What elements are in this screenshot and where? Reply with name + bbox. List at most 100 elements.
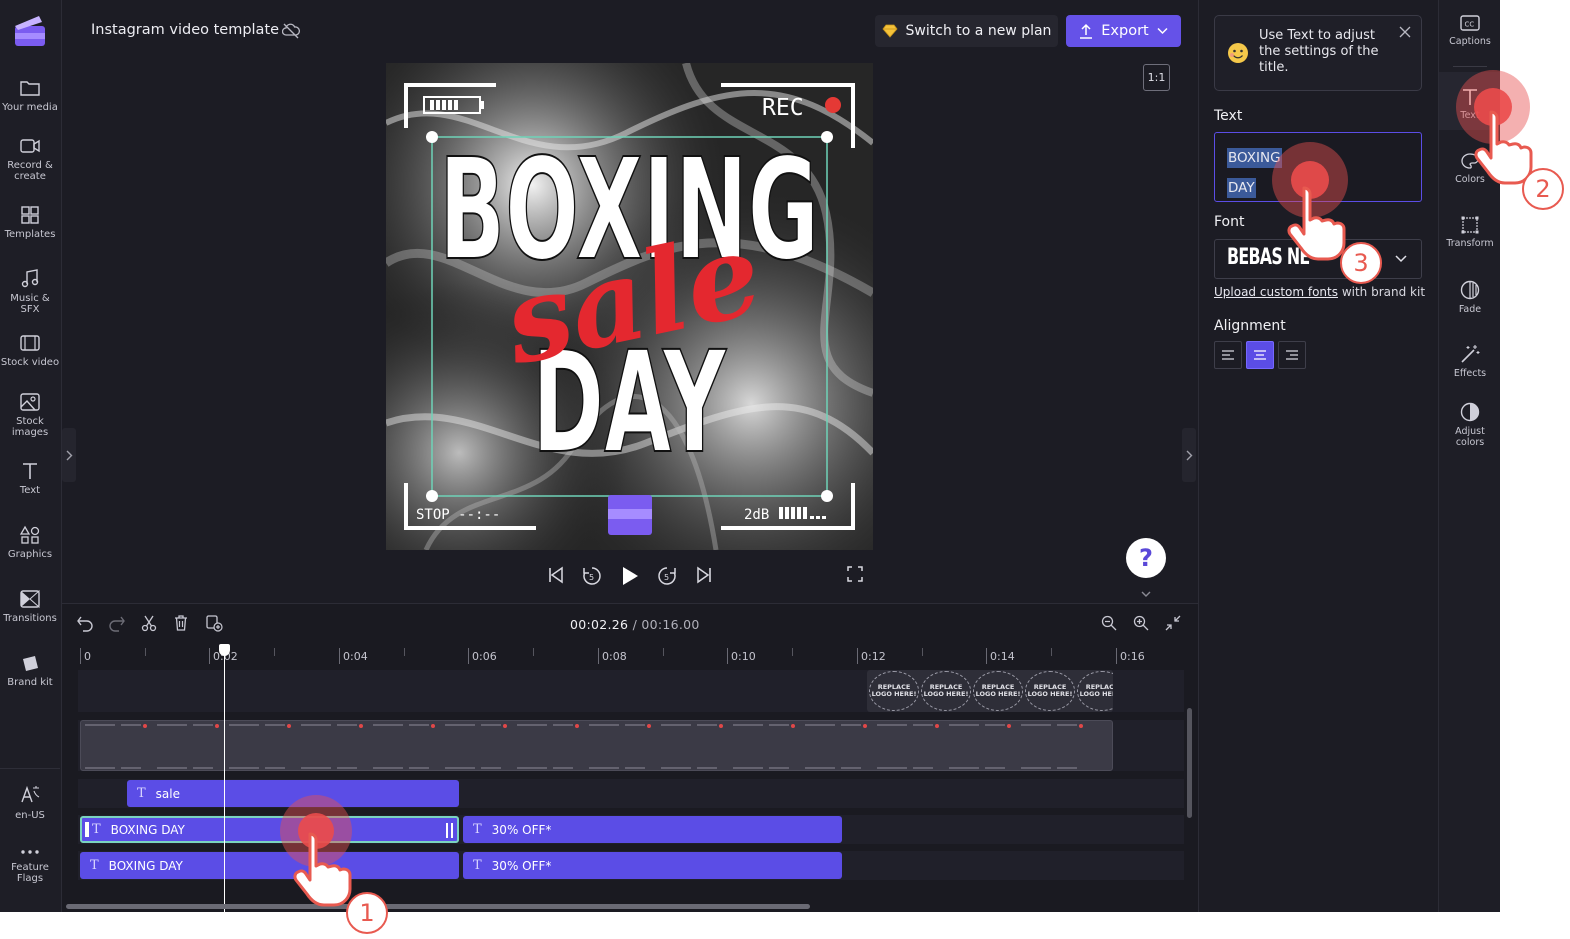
text-clip-icon: T [473,822,482,837]
skip-forward-icon[interactable] [694,565,714,585]
skip-back-icon[interactable] [546,565,566,585]
fullscreen-icon[interactable] [846,565,864,583]
preview-frame: REC STOP --:-- 2dB BOXING DAY sale [386,63,873,550]
sidebar-item-label: Music & SFX [10,293,50,315]
logo-placeholder: REPLACE LOGO HERE! [1077,671,1113,711]
undo-icon[interactable] [76,614,94,632]
aspect-ratio-button[interactable]: 1:1 [1143,64,1170,91]
current-time: 00:02.26 [570,617,629,632]
trim-handle-left[interactable] [85,822,89,837]
film-icon [20,335,40,351]
align-right-icon [1286,350,1298,360]
text-line-2: DAY [1227,178,1256,198]
align-right-button[interactable] [1278,341,1306,369]
project-title[interactable]: Instagram video template [91,22,279,38]
left-panel-toggle[interactable] [62,428,76,482]
db-label: 2dB [744,507,769,523]
sidebar-item-stock-video[interactable]: Stock video [0,333,60,368]
tool-fade[interactable]: Fade [1439,280,1500,315]
font-section-label: Font [1214,214,1245,230]
sidebar-item-label: Text [19,485,41,496]
sidebar-item-music-sfx[interactable]: Music & SFX [0,269,60,315]
export-label: Export [1101,23,1149,39]
right-panel-toggle[interactable] [1182,428,1196,482]
text-clip-30-off[interactable]: T 30% OFF* [463,816,842,843]
trim-handle-right[interactable] [446,823,453,838]
text-clip-boxing-day-selected[interactable]: T BOXING DAY [80,816,459,843]
text-clip-30-off[interactable]: T 30% OFF* [463,852,842,879]
tip-text: Use Text to adjust the settings of the t… [1259,28,1379,75]
scissors-icon[interactable] [140,614,158,632]
image-icon [20,393,40,411]
timeline-ruler[interactable]: 0 0:02 0:04 0:06 0:08 0:10 0:12 0:14 0:1… [80,648,1186,670]
tool-transform[interactable]: Transform [1439,216,1500,249]
zoom-in-icon[interactable] [1132,614,1150,632]
total-time: 00:16.00 [641,617,700,632]
folder-icon [20,81,40,96]
close-icon[interactable] [1399,26,1411,38]
logo-placeholder: REPLACE LOGO HERE! [1025,671,1075,711]
tool-captions[interactable]: CC Captions [1439,14,1500,47]
resize-handle[interactable] [821,490,833,502]
help-button[interactable]: ? [1126,538,1166,578]
cloud-offline-icon[interactable] [282,22,300,40]
language-button[interactable]: en-US [0,784,60,821]
sidebar-item-label: Templates [4,229,56,240]
text-clip-icon: T [92,822,101,837]
switch-plan-button[interactable]: Switch to a new plan [875,15,1058,47]
text-icon [23,463,37,479]
tool-label: Fade [1458,304,1482,315]
export-button[interactable]: Export [1066,15,1181,47]
zoom-out-icon[interactable] [1100,614,1118,632]
sidebar-item-stock-images[interactable]: Stock images [0,392,60,438]
timeline-horizontal-scrollbar[interactable] [66,904,810,909]
help-question-icon: ? [1139,544,1153,572]
chevron-down-icon[interactable] [1140,590,1152,598]
rewind-5-icon[interactable]: 5 [581,565,603,587]
video-preview[interactable]: REC STOP --:-- 2dB BOXING DAY sale [386,63,873,550]
text-clip-boxing-day[interactable]: T BOXING DAY [80,852,459,879]
sidebar-item-graphics[interactable]: Graphics [0,525,60,560]
video-clip[interactable] [80,720,1113,771]
duplicate-icon[interactable] [205,614,223,632]
sidebar-item-your-media[interactable]: Your media [0,78,60,113]
redo-icon[interactable] [108,614,126,632]
rec-dot-icon [825,97,841,113]
delete-icon[interactable] [172,614,190,632]
smiley-icon [1227,42,1249,69]
sidebar-item-text[interactable]: Text [0,461,60,496]
sidebar-item-record-create[interactable]: Record & create [0,136,60,182]
tool-effects[interactable]: Effects [1439,344,1500,379]
align-left-button[interactable] [1214,341,1242,369]
align-left-icon [1222,350,1234,360]
resize-handle[interactable] [821,131,833,143]
tool-adjust-colors[interactable]: Adjust colors [1439,402,1500,448]
sidebar-item-label: Transitions [3,613,57,624]
sidebar-item-transitions[interactable]: Transitions [0,589,60,624]
sidebar-item-label: Record & create [7,160,53,182]
shapes-icon [19,525,40,544]
upload-fonts-link[interactable]: Upload custom fonts [1214,285,1338,299]
playhead[interactable] [224,648,225,912]
resize-handle[interactable] [426,490,438,502]
app-logo-icon[interactable] [13,14,47,48]
align-center-button[interactable] [1246,341,1274,369]
logo-placeholder: REPLACE LOGO HERE! [973,671,1023,711]
fade-icon [1460,280,1480,300]
fit-timeline-icon[interactable] [1164,614,1182,632]
align-center-icon [1254,350,1266,360]
rec-label: REC [762,95,804,121]
feature-flags-button[interactable]: Feature Flags [0,846,60,884]
timeline-vertical-scrollbar[interactable] [1187,708,1192,818]
forward-5-icon[interactable]: 5 [656,565,678,587]
logo-placeholder-clip[interactable]: REPLACE LOGO HERE! REPLACE LOGO HERE! RE… [867,670,1113,712]
sidebar-item-templates[interactable]: Templates [0,205,60,240]
chevron-right-icon [1186,450,1192,460]
sidebar-item-brand-kit[interactable]: Brand kit [0,653,60,688]
play-icon[interactable] [620,565,640,587]
clip-label: BOXING DAY [108,858,183,873]
svg-text:CC: CC [1465,21,1475,29]
properties-panel: Use Text to adjust the settings of the t… [1198,0,1438,912]
sidebar-item-label: Feature Flags [11,862,49,884]
resize-handle[interactable] [426,131,438,143]
